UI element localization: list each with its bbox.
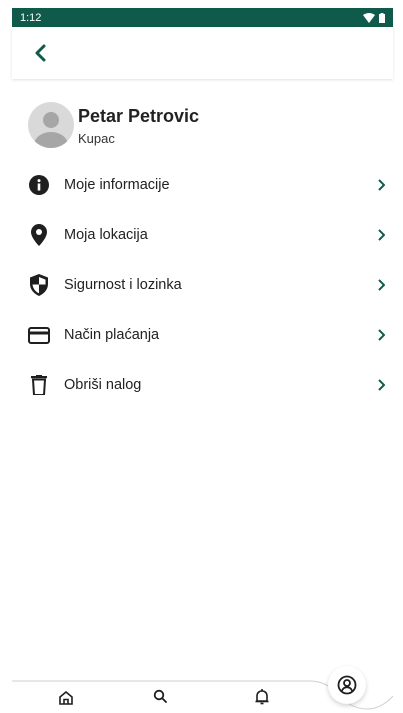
menu-item-label: Sigurnost i lozinka: [64, 277, 182, 293]
status-icons: [363, 12, 385, 23]
credit-card-icon: [28, 324, 50, 346]
profile-header: Petar Petrovic Kupac: [28, 96, 368, 154]
profile-role: Kupac: [78, 130, 115, 146]
menu-item-label: Način plaćanja: [64, 327, 160, 343]
nav-home-button[interactable]: [51, 683, 81, 713]
status-bar: 1:12: [12, 8, 393, 27]
profile-text: Petar Petrovic Kupac: [78, 105, 199, 146]
menu-item-payment-method[interactable]: Način plaćanja: [28, 310, 388, 360]
avatar: [28, 102, 74, 148]
info-icon: [28, 174, 50, 196]
location-pin-icon: [28, 224, 50, 246]
battery-icon: [379, 12, 385, 23]
profile-name: Petar Petrovic: [78, 105, 200, 126]
menu-item-security-password[interactable]: Sigurnost i lozinka: [28, 260, 388, 310]
app-bar: [12, 27, 393, 79]
profile-icon: [337, 675, 357, 695]
chevron-right-icon: [374, 178, 388, 192]
chevron-left-icon: [35, 44, 46, 62]
nav-notifications-button[interactable]: [247, 682, 277, 712]
nav-profile-button[interactable]: [328, 666, 366, 704]
search-icon: [153, 689, 167, 703]
chevron-right-icon: [374, 228, 388, 242]
menu-item-label: Moja lokacija: [64, 227, 148, 243]
menu-item-delete-account[interactable]: Obriši nalog: [28, 360, 388, 410]
status-time: 1:12: [20, 11, 42, 24]
chevron-right-icon: [374, 378, 388, 392]
back-button[interactable]: [28, 39, 52, 67]
home-icon: [59, 691, 73, 705]
menu-item-my-location[interactable]: Moja lokacija: [28, 210, 388, 260]
bell-icon: [255, 689, 269, 705]
wifi-icon: [363, 12, 375, 23]
shield-icon: [28, 274, 50, 296]
menu-item-my-info[interactable]: Moje informacije: [28, 160, 388, 210]
nav-search-button[interactable]: [145, 681, 175, 711]
menu-item-label: Moje informacije: [64, 177, 170, 193]
chevron-right-icon: [374, 278, 388, 292]
trash-icon: [28, 374, 50, 396]
chevron-right-icon: [374, 328, 388, 342]
menu-item-label: Obriši nalog: [64, 377, 142, 393]
settings-menu: Moje informacije Moja lokacija Sigurnost…: [28, 160, 388, 410]
